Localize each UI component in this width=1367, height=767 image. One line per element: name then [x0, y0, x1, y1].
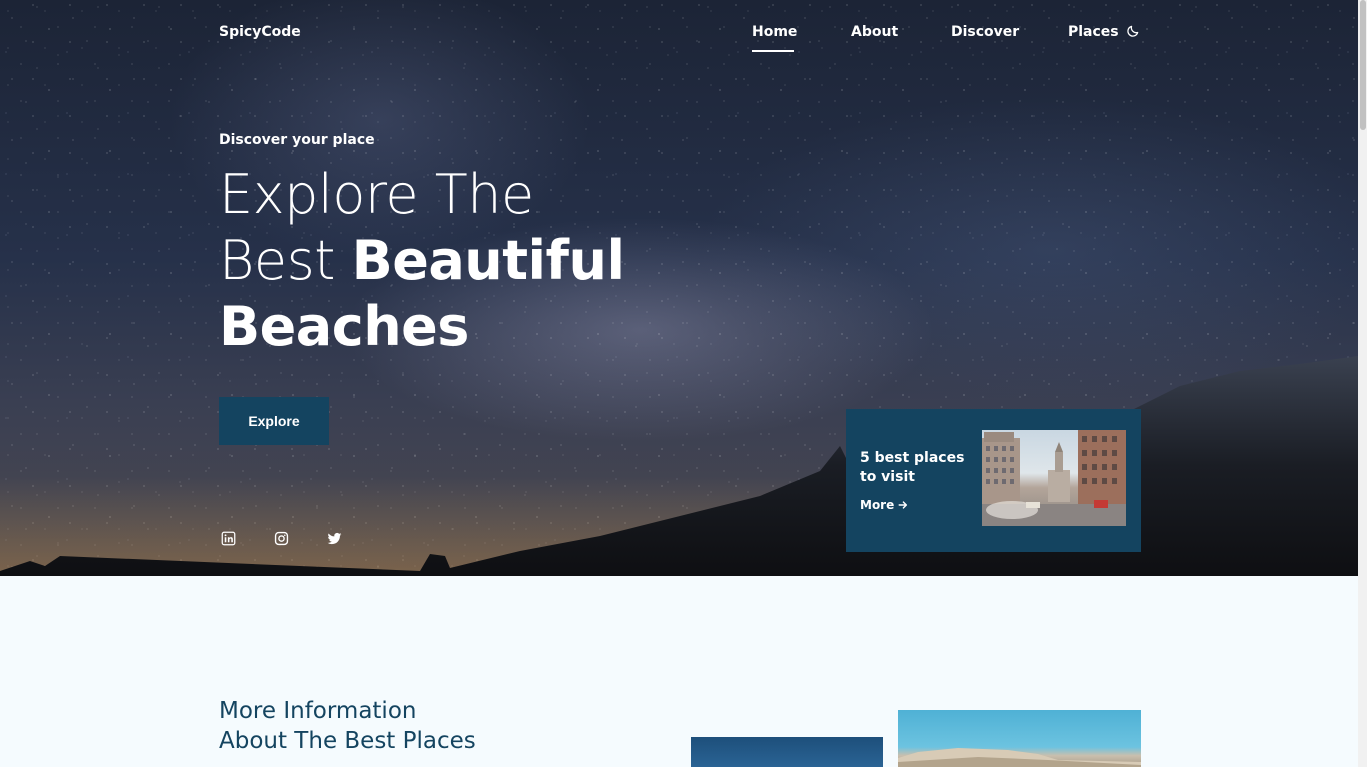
explore-button[interactable]: Explore [219, 397, 329, 445]
nav-link-home[interactable]: Home [752, 24, 797, 40]
nav-link-about[interactable]: About [851, 24, 898, 40]
card-title: 5 best places to visit [860, 450, 965, 485]
instagram-icon[interactable] [274, 531, 289, 546]
hero-title-line3: Beaches [219, 294, 625, 360]
hero-title-line1: Explore The [219, 163, 534, 226]
info-image-sky [691, 737, 883, 767]
info-title: More Information About The Best Places [219, 696, 476, 756]
nav-active-indicator [752, 50, 794, 52]
info-title-line1: More Information [219, 698, 417, 724]
hero-section [0, 0, 1358, 576]
featured-card[interactable]: 5 best places to visit More [846, 409, 1141, 552]
card-city-image [982, 430, 1126, 526]
logo[interactable]: SpicyCode [219, 24, 301, 40]
card-more-label: More [860, 498, 895, 512]
linkedin-icon[interactable] [221, 531, 236, 546]
arrow-right-icon [898, 501, 908, 509]
card-more-link[interactable]: More [860, 498, 908, 512]
hero-title-line3-bold: Beaches [219, 295, 469, 358]
nav-link-places[interactable]: Places [1068, 24, 1119, 40]
hero-title-line2: Best Beautiful [219, 228, 625, 294]
city-street-illustration [982, 430, 1126, 526]
mountain-silhouette [0, 356, 1358, 576]
scrollbar-thumb[interactable] [1360, 0, 1366, 130]
nav-link-discover[interactable]: Discover [951, 24, 1019, 40]
twitter-icon[interactable] [327, 531, 342, 546]
hero-title-line2-bold: Beautiful [351, 229, 625, 292]
hero-subtitle: Discover your place [219, 132, 375, 148]
info-image-cliff [898, 710, 1141, 767]
hero-title: Explore The Best Beautiful Beaches [219, 162, 625, 360]
info-title-line2: About The Best Places [219, 728, 476, 754]
hero-title-line2-light: Best [219, 229, 352, 292]
moon-icon[interactable] [1126, 24, 1140, 38]
cliff-illustration [898, 748, 1141, 767]
